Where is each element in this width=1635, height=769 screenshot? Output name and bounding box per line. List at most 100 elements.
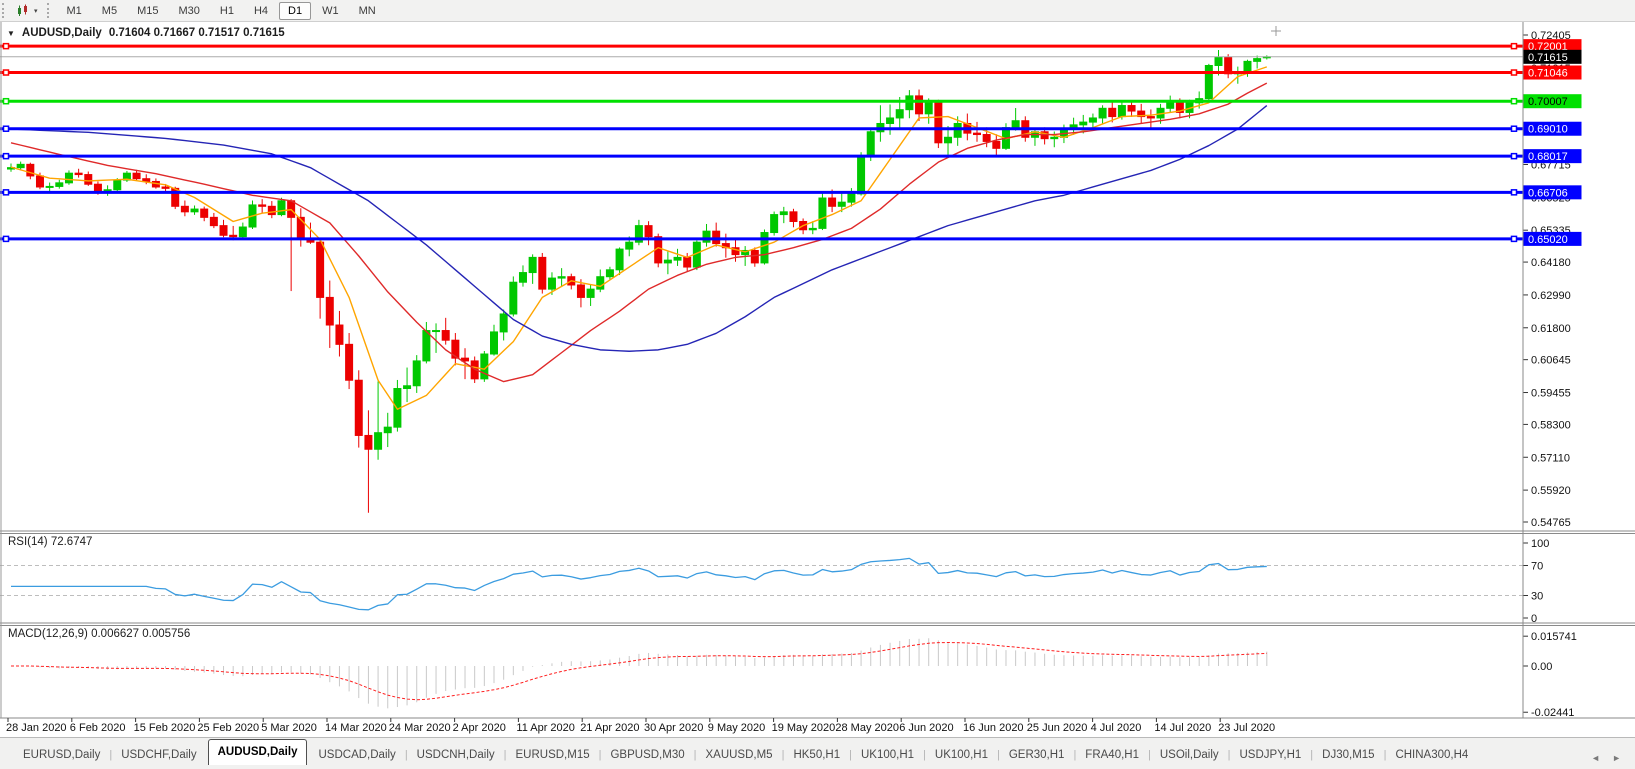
chart-tab-GBPUSD-M30[interactable]: GBPUSD,M30 [601,745,693,765]
candle-bull [1244,61,1251,72]
chart-tab-USDCNH-Daily[interactable]: USDCNH,Daily [408,745,504,765]
chart-tab-DJ30-M15[interactable]: DJ30,M15 [1313,745,1383,765]
chart-tab-GER30-H1[interactable]: GER30,H1 [1000,745,1074,765]
timeframe-button-M30[interactable]: M30 [169,2,208,20]
candle-bull [529,257,536,272]
line-anchor-handle[interactable] [1512,70,1517,75]
timeframe-button-H4[interactable]: H4 [245,2,277,20]
timeframe-button-W1[interactable]: W1 [313,2,348,20]
candle-bear [1128,106,1135,112]
candle-bear [230,235,237,236]
price-axis-tick-label: 0.55920 [1531,485,1571,497]
line-anchor-handle[interactable] [1512,99,1517,104]
candle-bull [867,132,874,157]
line-anchor-handle[interactable] [4,99,9,104]
timeframe-button-D1[interactable]: D1 [279,2,311,20]
chart-tab-UK100-H1[interactable]: UK100,H1 [926,745,997,765]
rsi-axis-tick-label: 70 [1531,561,1543,573]
date-axis-label: 25 Jun 2020 [1027,722,1088,734]
timeframe-button-group: M1M5M15M30H1H4D1W1MN [57,2,386,20]
timeframe-button-M5[interactable]: M5 [93,2,126,20]
line-anchor-handle[interactable] [1512,154,1517,159]
price-chart-canvas[interactable]: 0.724050.677150.653350.641800.629900.618… [0,22,1635,737]
candle-bear [259,205,266,206]
chart-tab-EURUSD-M15[interactable]: EURUSD,M15 [506,745,598,765]
line-anchor-handle[interactable] [1512,126,1517,131]
price-axis-tick-label: 0.59455 [1531,388,1571,400]
line-anchor-handle[interactable] [4,236,9,241]
chart-tab-UK100-H1[interactable]: UK100,H1 [852,745,923,765]
line-anchor-handle[interactable] [4,154,9,159]
chart-title: ▼ AUDUSD,Daily 0.71604 0.71667 0.71517 0… [7,27,285,39]
macd-axis-tick-label: 0.00 [1531,661,1552,673]
candle-bear [442,331,449,341]
candle-bull [17,164,24,167]
line-anchor-handle[interactable] [4,190,9,195]
price-axis-tick-label: 0.57110 [1531,452,1570,464]
chart-tab-AUDUSD-Daily[interactable]: AUDUSD,Daily [208,739,308,765]
chart-ohlc-values: 0.71604 0.71667 0.71517 0.71615 [109,27,285,39]
candle-bull [491,332,498,354]
price-level-label: 0.70007 [1528,96,1568,108]
price-level-label: 0.65020 [1528,234,1568,246]
macd-axis-tick-label: -0.02441 [1531,707,1574,719]
chart-tab-USDCHF-Daily[interactable]: USDCHF,Daily [112,745,205,765]
date-axis-label: 23 Jul 2020 [1218,722,1275,734]
line-anchor-handle[interactable] [1512,236,1517,241]
toolbar-grip-2[interactable] [47,3,53,18]
chart-tab-HK50-H1[interactable]: HK50,H1 [784,745,849,765]
line-anchor-handle[interactable] [4,126,9,131]
candle-bull [703,231,710,242]
tabs-scroll-right-icon[interactable]: ► [1612,753,1621,763]
candle-bull [384,427,391,433]
candle-bear [326,297,333,325]
trading-terminal-window: ▾ M1M5M15M30H1H4D1W1MN 0.724050.677150.6… [0,0,1635,769]
chart-tab-FRA40-H1[interactable]: FRA40,H1 [1076,745,1148,765]
candle-bull [616,249,623,270]
candle-bear [346,344,353,380]
candle-bull [558,277,565,278]
candle-bull [887,118,894,124]
candle-bear [210,217,217,225]
rsi-axis-tick-label: 100 [1531,538,1549,550]
timeframe-button-MN[interactable]: MN [350,2,385,20]
candle-bear [993,141,1000,148]
timeframe-button-M1[interactable]: M1 [58,2,91,20]
candle-bear [539,257,546,289]
candle-bull [819,198,826,228]
chart-area[interactable]: 0.724050.677150.653350.641800.629900.618… [0,22,1635,737]
tab-scroll-controls: ◄► [1591,753,1635,765]
line-anchor-handle[interactable] [4,70,9,75]
line-anchor-handle[interactable] [1512,190,1517,195]
price-axis-tick-label: 0.54765 [1531,517,1571,529]
candle-bull [1080,122,1087,125]
timeframe-button-M15[interactable]: M15 [128,2,167,20]
candle-bull [239,227,246,237]
chart-tab-EURUSD-Daily[interactable]: EURUSD,Daily [14,745,109,765]
candle-bear [75,173,82,174]
candle-bear [133,173,140,179]
chart-tab-USDJPY-H1[interactable]: USDJPY,H1 [1231,745,1311,765]
chart-symbol-label: AUDUSD,Daily [22,27,102,39]
candle-bull [809,228,816,229]
toolbar-grip[interactable] [2,3,8,18]
chart-tab-USDCAD-Daily[interactable]: USDCAD,Daily [309,745,404,765]
candle-bull [500,314,507,332]
line-anchor-handle[interactable] [4,44,9,49]
candle-bear [684,257,691,267]
chart-tools-button[interactable]: ▾ [12,3,42,18]
candle-bear [268,206,275,214]
candle-bear [935,101,942,142]
chevron-down-icon: ▾ [34,7,38,15]
chart-tab-USOil-Daily[interactable]: USOil,Daily [1151,745,1228,765]
price-axis-tick-label: 0.60645 [1531,355,1571,367]
collapse-caret-icon[interactable]: ▼ [7,29,15,38]
candle-bear [220,226,227,236]
candle-bull [925,101,932,113]
chart-tab-XAUUSD-M5[interactable]: XAUUSD,M5 [696,745,781,765]
date-axis-label: 21 Apr 2020 [580,722,639,734]
chart-tab-CHINA300-H4[interactable]: CHINA300,H4 [1386,745,1477,765]
line-anchor-handle[interactable] [1512,44,1517,49]
timeframe-button-H1[interactable]: H1 [211,2,243,20]
tabs-scroll-left-icon[interactable]: ◄ [1591,753,1600,763]
